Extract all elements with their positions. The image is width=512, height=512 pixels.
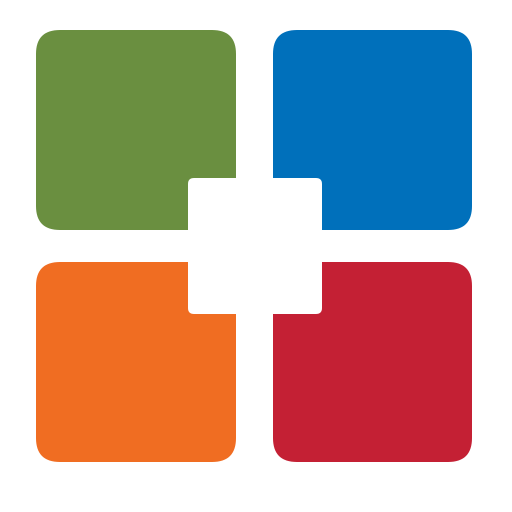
four-quadrant-cross-logo-icon <box>0 0 512 512</box>
